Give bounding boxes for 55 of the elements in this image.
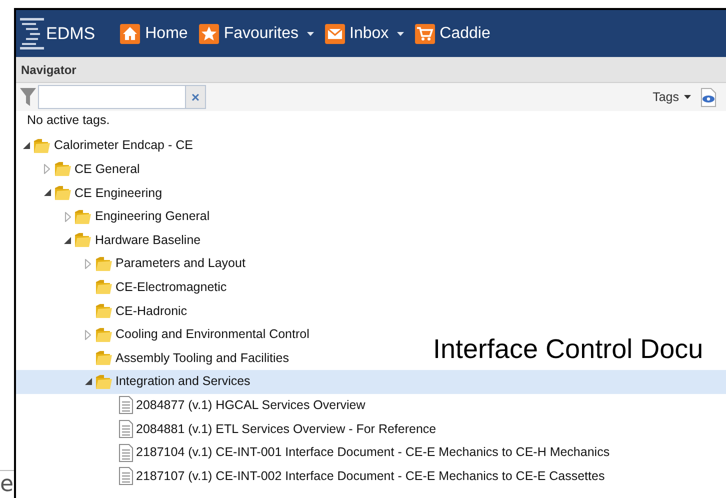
- nav-link[interactable]: Favourites: [198, 22, 299, 46]
- house-icon: [120, 24, 140, 44]
- tree-item-label[interactable]: Hardware Baseline: [95, 230, 201, 250]
- folder-icon: [54, 161, 72, 178]
- envelope-icon: [324, 24, 345, 44]
- nav-link[interactable]: Caddie: [414, 22, 490, 46]
- tree-item-label[interactable]: Cooling and Environmental Control: [116, 325, 310, 344]
- tags-menu[interactable]: Tags: [652, 88, 691, 106]
- tree-item-label[interactable]: Integration and Services: [116, 372, 250, 392]
- tree-item-label[interactable]: 2084881 (v.1) ETL Services Overview - For Reference: [136, 420, 436, 438]
- collapse-triangle-icon[interactable]: [84, 378, 92, 386]
- tree-item-label[interactable]: Engineering General: [95, 207, 210, 226]
- folder-icon: [94, 374, 112, 390]
- tree-item-label[interactable]: Parameters and Layout: [116, 254, 246, 274]
- folder-icon: [33, 138, 51, 154]
- document-icon: [119, 396, 133, 414]
- filter-icon: [20, 87, 36, 107]
- eye-document-icon: [701, 88, 716, 106]
- tree-item-label[interactable]: CE Engineering: [74, 184, 162, 202]
- clear-button[interactable]: ×: [185, 86, 205, 108]
- tree-item-label[interactable]: 2187104 (v.1) CE-INT-001 Interface Document - CE-E Mechanics to CE-H Mechanics: [136, 443, 610, 462]
- nav-link[interactable]: Home: [120, 22, 188, 46]
- folder-icon: [74, 208, 92, 225]
- tree-item-label[interactable]: Calorimeter Endcap - CE: [54, 136, 193, 156]
- tree-item-label[interactable]: CE-Electromagnetic: [116, 278, 227, 297]
- selected-tree-row[interactable]: Integration and Services: [16, 370, 726, 394]
- document-icon: [119, 420, 133, 438]
- folder-icon: [94, 256, 112, 272]
- tags-status: No active tags.: [27, 112, 110, 129]
- folder-icon: [74, 232, 92, 248]
- nav-link[interactable]: Inbox: [324, 22, 389, 46]
- caret-icon: [684, 95, 691, 99]
- tree-item-label[interactable]: 2187107 (v.1) CE-INT-002 Interface Document - CE-E Mechanics to CE-E Cassettes: [136, 466, 605, 486]
- folder-icon: [94, 302, 112, 319]
- cart-icon: [414, 24, 435, 44]
- folder-icon: [54, 184, 72, 201]
- tree-item-label[interactable]: 2084877 (v.1) HGCAL Services Overview: [136, 396, 366, 415]
- collapse-triangle-icon[interactable]: [23, 142, 30, 150]
- document-icon: [119, 467, 133, 486]
- folder-icon: [94, 279, 112, 296]
- folder-icon: [94, 350, 112, 366]
- folder-icon: [94, 326, 112, 343]
- panel-title: Navigator: [21, 62, 76, 78]
- slide-heading: Interface Control Docu: [433, 336, 704, 363]
- collapse-triangle-icon[interactable]: [64, 236, 71, 244]
- tree-item-label[interactable]: CE General: [74, 160, 140, 179]
- tree-item-label[interactable]: Assembly Tooling and Facilities: [116, 348, 289, 368]
- filter-field[interactable]: ×: [38, 85, 206, 109]
- collapse-triangle-icon[interactable]: [44, 189, 50, 196]
- tree-item-label[interactable]: CE-Hadronic: [116, 302, 188, 320]
- slide-text: e: [0, 474, 14, 496]
- logo-text: EDMS: [46, 22, 96, 45]
- preview-button[interactable]: [701, 88, 716, 106]
- document-icon: [119, 444, 133, 462]
- logo-icon: [20, 16, 44, 50]
